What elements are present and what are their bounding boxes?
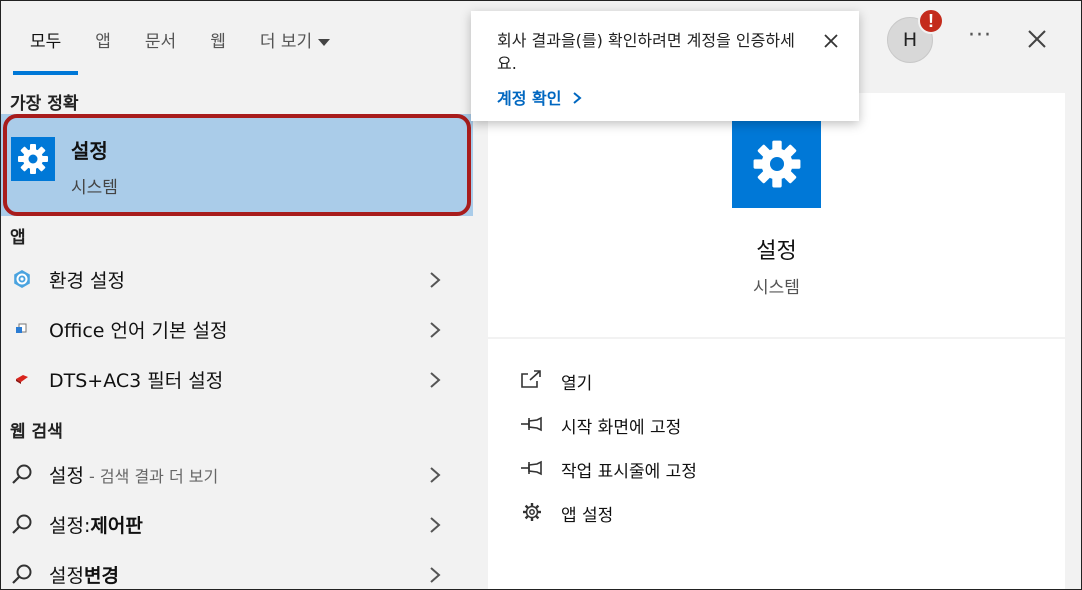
web-result-query: 설정:: [49, 515, 91, 537]
tab-label: 웹: [210, 32, 226, 52]
avatar-letter: H: [902, 29, 918, 51]
app-result-label: 환경 설정: [49, 270, 125, 292]
search-icon: [11, 463, 33, 485]
verify-account-link[interactable]: 계정 확인: [497, 85, 583, 109]
chevron-right-icon: [430, 322, 441, 338]
search-icon: [11, 563, 33, 585]
chevron-right-icon: [430, 372, 441, 388]
alert-badge-icon: !: [918, 8, 944, 34]
gear-icon: [523, 503, 541, 521]
chevron-right-icon: [573, 92, 582, 104]
detail-title: 설정: [756, 239, 797, 264]
search-icon: [11, 513, 33, 535]
web-result-settings-change[interactable]: 설정변경: [1, 549, 473, 589]
tab-more[interactable]: 더 보기: [243, 1, 347, 75]
toast-link-label: 계정 확인: [497, 89, 562, 108]
filter-app-icon: [11, 368, 33, 390]
web-result-query: 설정: [49, 565, 84, 587]
close-icon: [1028, 30, 1046, 48]
web-result-hint: - 검색 결과 더 보기: [83, 467, 219, 486]
gear-icon: [732, 119, 821, 208]
open-action[interactable]: 열기: [519, 365, 819, 399]
web-result-label: 설정:제어판: [49, 511, 143, 538]
chevron-right-icon: [430, 467, 441, 483]
pin-icon: [521, 460, 542, 476]
tab-label: 문서: [144, 32, 177, 52]
search-window: 모두 앱 문서 웹 더 보기 H ! ··· 가장 정확 설정 시스템 앱 환경…: [0, 0, 1082, 590]
more-options-button[interactable]: ···: [963, 23, 997, 53]
web-result-settings-control-panel[interactable]: 설정:제어판: [1, 499, 473, 549]
action-label: 시작 화면에 고정: [561, 418, 682, 438]
app-settings-action[interactable]: 앱 설정: [519, 497, 819, 531]
tab-label: 앱: [95, 32, 111, 52]
tab-documents[interactable]: 문서: [128, 1, 193, 75]
gear-icon: [11, 268, 33, 290]
app-result-office-language[interactable]: Office 언어 기본 설정: [1, 304, 473, 354]
app-result-dts-filter[interactable]: DTS+AC3 필터 설정: [1, 354, 473, 404]
filter-tabs: 모두 앱 문서 웹 더 보기: [13, 1, 347, 75]
close-icon: [824, 34, 838, 48]
tab-apps[interactable]: 앱: [78, 1, 128, 75]
app-result-environment-settings[interactable]: 환경 설정: [1, 254, 473, 304]
web-result-label: 설정변경: [49, 561, 119, 588]
chevron-right-icon: [430, 567, 441, 583]
pin-to-taskbar-action[interactable]: 작업 표시줄에 고정: [519, 453, 819, 487]
web-result-suggestion: 변경: [83, 565, 119, 587]
app-result-label: Office 언어 기본 설정: [49, 320, 228, 342]
tab-all[interactable]: 모두: [13, 1, 79, 75]
action-label: 작업 표시줄에 고정: [561, 462, 697, 482]
action-label: 열기: [561, 374, 593, 394]
section-web-heading: 웹 검색: [10, 422, 63, 442]
account-verification-toast: 회사 결과을(를) 확인하려면 계정을 인증하세요. 계정 확인: [471, 11, 859, 121]
web-result-label: 설정 - 검색 결과 더 보기: [49, 461, 218, 488]
chevron-right-icon: [430, 272, 441, 288]
toast-message: 회사 결과을(를) 확인하려면 계정을 인증하세요.: [497, 31, 795, 73]
action-label: 앱 설정: [561, 506, 614, 526]
tab-web[interactable]: 웹: [193, 1, 243, 75]
web-result-settings-more[interactable]: 설정 - 검색 결과 더 보기: [1, 449, 473, 499]
detail-subtitle: 시스템: [753, 278, 800, 298]
toast-close-button[interactable]: [821, 31, 841, 51]
pin-icon: [521, 416, 542, 432]
badge-text: !: [928, 10, 934, 31]
app-result-label: DTS+AC3 필터 설정: [49, 370, 224, 392]
chevron-right-icon: [430, 517, 441, 533]
more-options-glyph: ···: [968, 23, 992, 48]
close-button[interactable]: [1019, 21, 1055, 57]
section-apps-heading: 앱: [10, 228, 26, 248]
section-best-match-heading: 가장 정확: [10, 94, 79, 114]
highlight-outline: [3, 114, 471, 216]
web-result-query: 설정: [49, 465, 84, 487]
tab-label: 모두: [30, 32, 62, 52]
open-icon: [521, 370, 541, 388]
office-language-icon: [11, 318, 33, 340]
web-result-suggestion: 제어판: [90, 515, 143, 537]
pin-to-start-action[interactable]: 시작 화면에 고정: [519, 409, 819, 443]
chevron-down-icon: [318, 38, 331, 46]
tab-label: 더 보기: [259, 32, 313, 52]
